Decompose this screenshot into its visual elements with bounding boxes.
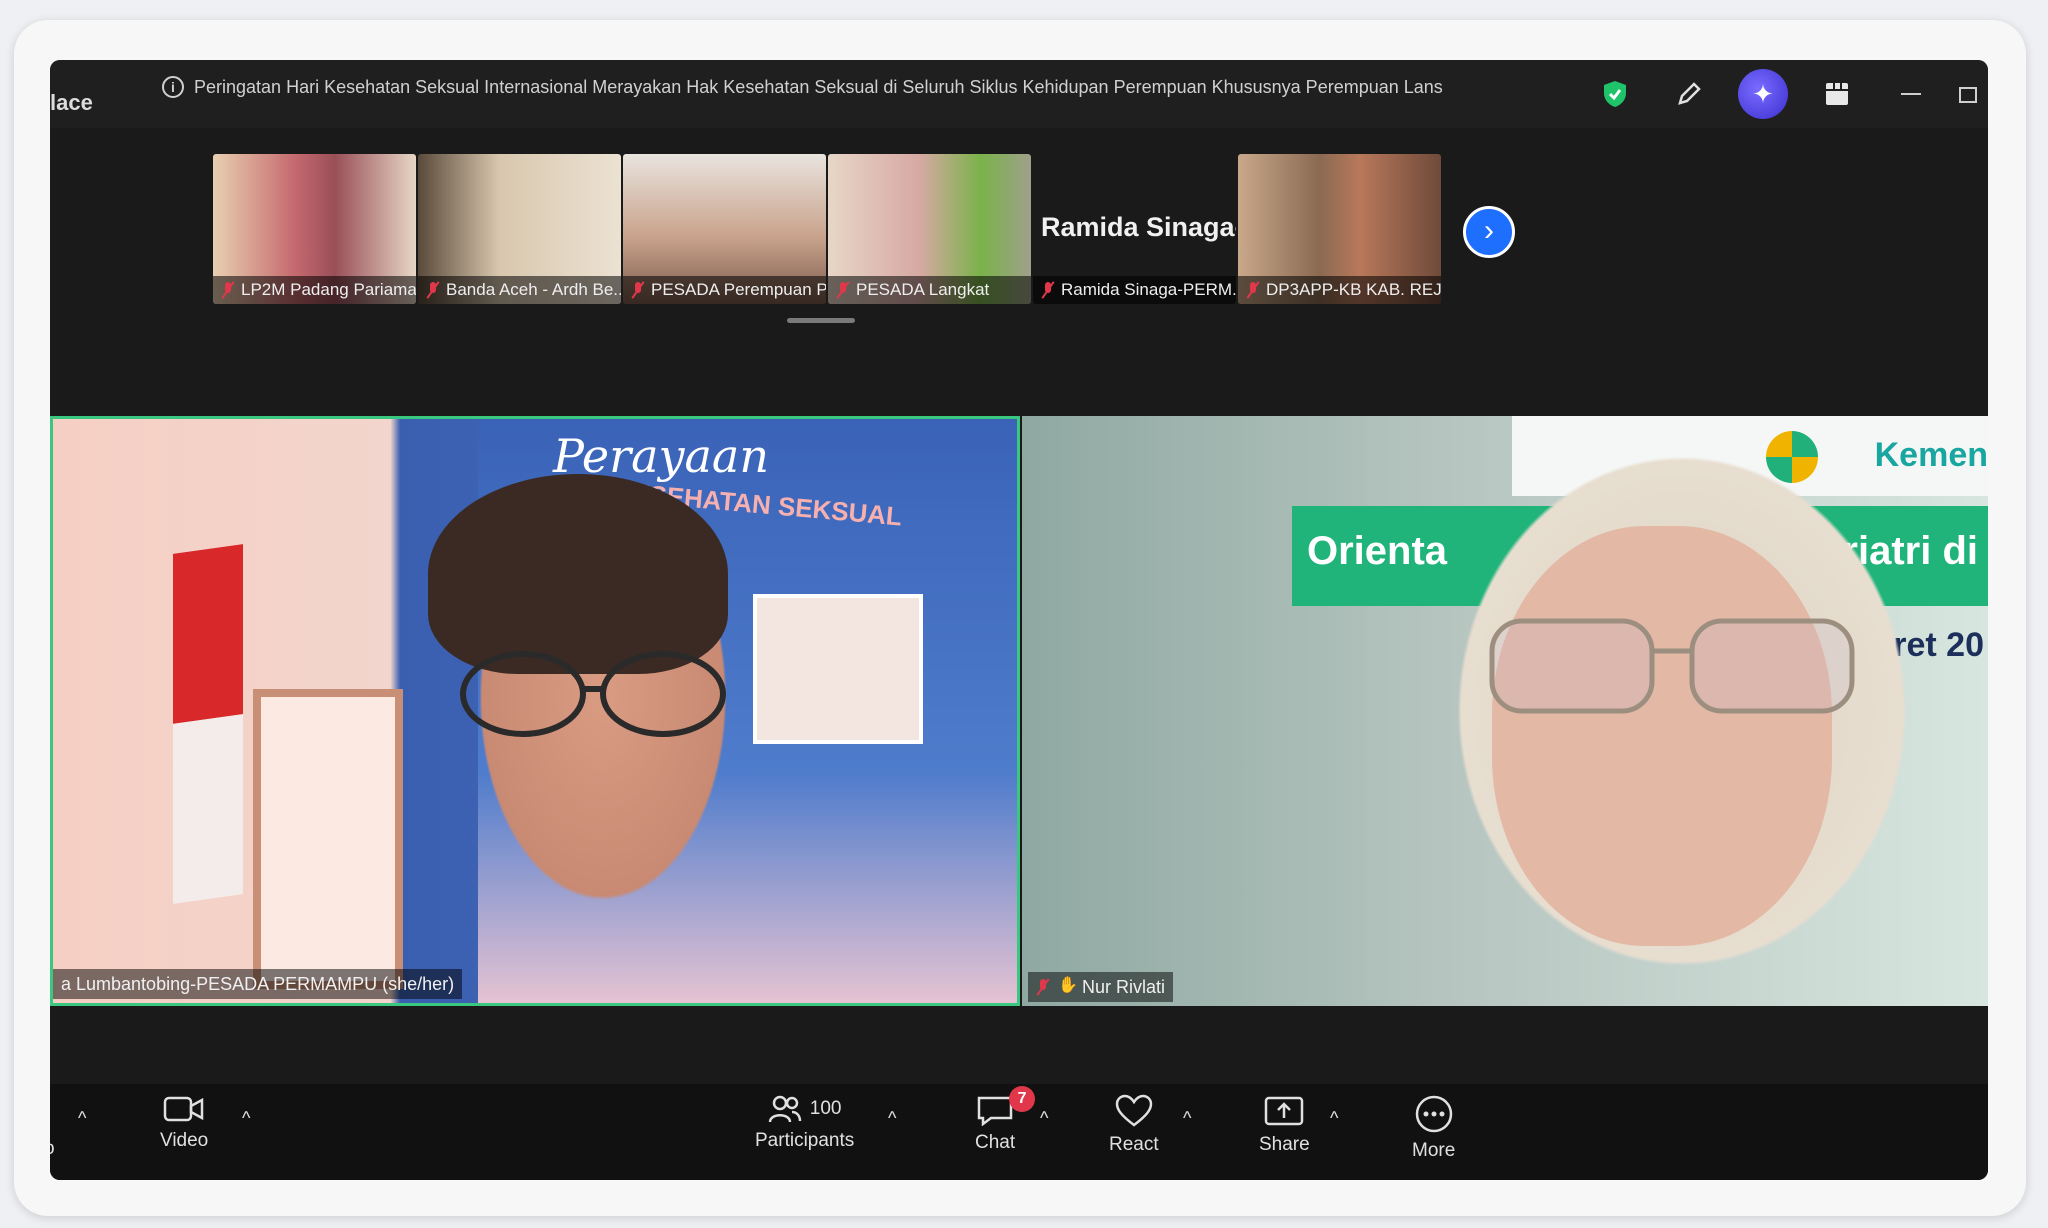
apps-icon[interactable] [1800, 70, 1874, 118]
share-screen-button[interactable]: Share [1259, 1094, 1310, 1156]
participants-button[interactable]: 100 Participants [755, 1094, 854, 1152]
shield-check-icon[interactable] [1578, 70, 1652, 118]
chat-options-caret[interactable]: ^ [1040, 1108, 1048, 1129]
mic-off-icon [836, 281, 850, 299]
participant-hair [428, 474, 728, 674]
audio-button[interactable]: o [50, 1138, 55, 1160]
mic-off-icon [1246, 281, 1260, 299]
thumbnail-label: PESADA Langkat [828, 276, 1031, 304]
mic-off-icon [631, 281, 645, 299]
participants-label: Participants [755, 1130, 855, 1151]
info-icon[interactable]: i [162, 76, 184, 98]
title-bar: lace i Peringatan Hari Kesehatan Seksual… [50, 60, 1988, 128]
react-options-caret[interactable]: ^ [1183, 1108, 1191, 1129]
pen-icon[interactable] [1652, 70, 1726, 118]
sparkle-icon: ✦ [1738, 69, 1788, 119]
zoom-window: lace i Peringatan Hari Kesehatan Seksual… [50, 60, 1988, 1180]
participant-big-name: Ramida Sinaga-... [1041, 212, 1236, 242]
window-title-fragment: lace [50, 90, 93, 115]
mic-off-icon [221, 281, 235, 299]
thumbnail-tile[interactable]: LP2M Padang Pariaman [213, 154, 416, 304]
participant-name: Nur Rivlati [1082, 976, 1166, 997]
heart-icon [1115, 1094, 1153, 1127]
meeting-topic[interactable]: i Peringatan Hari Kesehatan Seksual Inte… [162, 76, 1582, 98]
participants-options-caret[interactable]: ^ [888, 1108, 896, 1129]
raised-hand-icon [1058, 975, 1078, 996]
maximize-icon[interactable] [1948, 70, 1988, 118]
thumbnail-label: LP2M Padang Pariaman [213, 276, 416, 304]
react-button[interactable]: React [1109, 1094, 1159, 1156]
video-options-caret[interactable]: ^ [242, 1108, 250, 1129]
titlebar-controls: ✦ [1578, 69, 1988, 119]
participant-name: LP2M Padang Pariaman [241, 280, 416, 299]
more-label: More [1412, 1140, 1456, 1161]
participants-icon [768, 1095, 802, 1123]
meeting-toolbar: o ^ Video ^ 100 Participants ^ [50, 1084, 1988, 1180]
background-window [253, 689, 403, 989]
video-tile-label: Nur Rivlati [1028, 972, 1174, 1002]
more-icon [1415, 1095, 1452, 1133]
chat-label: Chat [975, 1132, 1016, 1153]
gallery-strip: LP2M Padang Pariaman Banda Aceh - Ardh B… [213, 154, 1441, 304]
more-button[interactable]: More [1412, 1094, 1455, 1162]
strip-resize-handle[interactable] [787, 318, 855, 323]
share-screen-icon [1265, 1096, 1304, 1126]
participant-name: Banda Aceh - Ardh Be... [446, 280, 621, 299]
glasses-shape [1489, 618, 1855, 714]
flag-white [173, 714, 243, 904]
thumbnail-label: Banda Aceh - Ardh Be... [418, 276, 621, 304]
mic-off-icon [1041, 281, 1055, 299]
share-label: Share [1259, 1134, 1310, 1155]
thumbnail-tile[interactable]: Ramida Sinaga-... Ramida Sinaga-PERM... [1033, 154, 1236, 304]
glasses-shape [460, 651, 726, 737]
chat-unread-badge: 7 [1009, 1086, 1036, 1112]
share-options-caret[interactable]: ^ [1330, 1108, 1338, 1129]
chat-button[interactable]: 7 Chat [975, 1086, 1036, 1154]
react-label: React [1109, 1134, 1159, 1155]
participant-name: PESADA Langkat [856, 280, 990, 299]
mic-off-icon [426, 281, 440, 299]
participant-name: a Lumbantobing-PESADA PERMAMPU (she/her) [61, 973, 455, 994]
meeting-topic-text: Peringatan Hari Kesehatan Seksual Intern… [194, 76, 1443, 97]
video-tile-label: a Lumbantobing-PESADA PERMAMPU (she/her) [53, 969, 463, 999]
audio-label: o [50, 1138, 55, 1160]
audio-options-caret[interactable]: ^ [78, 1108, 86, 1129]
chevron-right-icon: › [1484, 214, 1494, 247]
participants-count: 100 [809, 1098, 842, 1119]
video-label: Video [160, 1130, 209, 1151]
mic-off-icon [1036, 978, 1050, 996]
thumbnail-label: DP3APP-KB KAB. REJA... [1238, 276, 1441, 304]
participant-video [1492, 526, 1832, 946]
thumbnail-tile[interactable]: DP3APP-KB KAB. REJA... [1238, 154, 1441, 304]
flag-red [173, 544, 243, 724]
thumbnail-label: Ramida Sinaga-PERM... [1033, 276, 1236, 304]
video-tile-active-speaker[interactable]: Perayaan KESEHATAN SEKSUAL a Lumbantobin… [50, 416, 1020, 1006]
minimize-icon[interactable] [1874, 70, 1948, 118]
next-page-button[interactable]: › [1463, 206, 1515, 258]
video-tile[interactable]: Orienta riatri di Maret 20 Kemen Nur Riv… [1022, 416, 1988, 1006]
ai-companion-icon[interactable]: ✦ [1726, 69, 1800, 119]
thumbnail-tile[interactable]: PESADA Perempuan P... [623, 154, 826, 304]
participant-name: DP3APP-KB KAB. REJA... [1266, 280, 1441, 299]
participant-name: PESADA Perempuan P... [651, 280, 826, 299]
video-camera-icon [163, 1096, 204, 1122]
video-button[interactable]: Video [160, 1094, 208, 1152]
thumbnail-tile[interactable]: PESADA Langkat [828, 154, 1031, 304]
thumbnail-tile[interactable]: Banda Aceh - Ardh Be... [418, 154, 621, 304]
thumbnail-label: PESADA Perempuan P... [623, 276, 826, 304]
participant-name: Ramida Sinaga-PERM... [1061, 280, 1236, 299]
